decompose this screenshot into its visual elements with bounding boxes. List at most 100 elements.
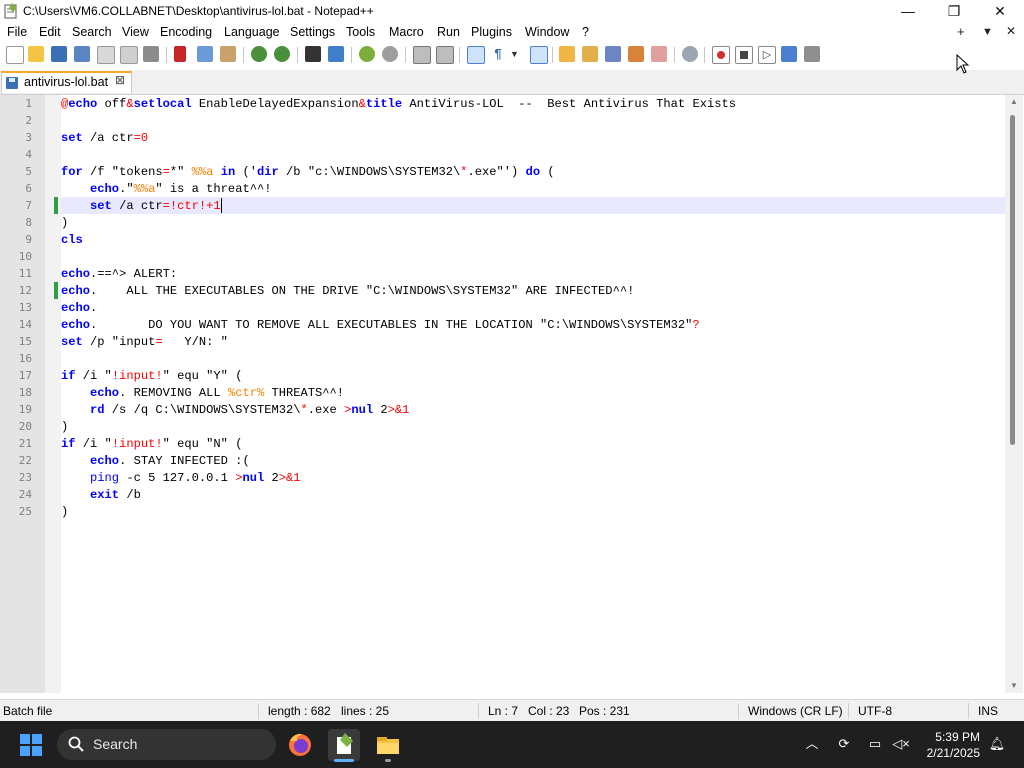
new-file-icon[interactable] <box>6 46 24 64</box>
tab-antivirus-lol[interactable]: antivirus-lol.bat ⊠ <box>1 71 132 93</box>
save-all-icon[interactable] <box>74 46 90 62</box>
line-number: 9 <box>25 233 32 246</box>
lang-define-icon[interactable] <box>559 46 575 62</box>
firefox-icon[interactable] <box>284 729 316 761</box>
menu-macro[interactable]: Macro <box>389 25 424 39</box>
menu-language[interactable]: Language <box>224 25 280 39</box>
code-line[interactable]: set /p "input= Y/N: " <box>61 334 228 351</box>
chevron-down-icon[interactable]: ▼ <box>510 46 520 62</box>
sync-icon[interactable]: ⟳ <box>835 735 853 753</box>
code-line[interactable]: echo.==^> ALERT: <box>61 266 177 283</box>
zoom-out-icon[interactable] <box>382 46 398 62</box>
close-all-icon[interactable] <box>120 46 138 64</box>
code-line[interactable]: echo. REMOVING ALL %ctr% THREATS^^! <box>61 385 344 402</box>
folder-workspace-icon[interactable] <box>628 46 644 62</box>
code-line[interactable]: cls <box>61 232 83 249</box>
eye-icon[interactable] <box>682 46 698 62</box>
code-line[interactable]: echo. <box>61 300 97 317</box>
cut-icon[interactable] <box>174 46 186 62</box>
code-line[interactable]: for /f "tokens=*" %%a in ('dir /b "c:\WI… <box>61 164 555 181</box>
replace-icon[interactable] <box>328 46 344 62</box>
tab-close-icon[interactable]: ⊠ <box>115 73 125 87</box>
add-icon[interactable]: + <box>957 24 965 39</box>
save-icon[interactable] <box>51 46 67 62</box>
menu-help[interactable]: ? <box>582 25 589 39</box>
code-line[interactable]: echo. DO YOU WANT TO REMOVE ALL EXECUTAB… <box>61 317 700 334</box>
code-line[interactable]: ) <box>61 419 68 436</box>
menu-edit[interactable]: Edit <box>39 25 61 39</box>
minimize-button[interactable]: — <box>885 0 931 22</box>
menu-tools[interactable]: Tools <box>346 25 375 39</box>
scrollbar-thumb[interactable] <box>1010 115 1015 445</box>
status-language: Batch file <box>3 704 53 718</box>
maximize-button[interactable]: ❐ <box>931 0 977 22</box>
notification-bell-icon[interactable]: 🔔︎ <box>988 735 1006 753</box>
close-doc-icon[interactable]: ✕ <box>1006 24 1016 38</box>
find-icon[interactable] <box>305 46 321 62</box>
scroll-up-icon[interactable]: ▲ <box>1005 95 1023 109</box>
macro-run-multiple-icon[interactable] <box>781 46 797 62</box>
code-line[interactable]: @echo off&setlocal EnableDelayedExpansio… <box>61 96 736 113</box>
taskbar-search[interactable]: Search <box>57 729 276 760</box>
macro-play-icon[interactable]: ▷ <box>758 46 776 64</box>
toolbar-separator <box>297 47 298 63</box>
network-icon[interactable]: ▭ <box>866 735 884 753</box>
editor[interactable]: 1 2 3 4 5 6 7 8 9 10 11 12 13 14 15 16 1… <box>0 95 1024 693</box>
macro-record-icon[interactable] <box>712 46 730 64</box>
code-line[interactable]: echo. ALL THE EXECUTABLES ON THE DRIVE "… <box>61 283 634 300</box>
code-line[interactable]: if /i "!input!" equ "Y" ( <box>61 368 242 385</box>
macro-stop-icon[interactable] <box>735 46 753 64</box>
clock-date[interactable]: 2/21/2025 <box>900 746 980 760</box>
menu-run[interactable]: Run <box>437 25 460 39</box>
tray-overflow-icon[interactable]: ︿ <box>803 735 821 753</box>
zoom-in-icon[interactable] <box>359 46 375 62</box>
menu-settings[interactable]: Settings <box>290 25 335 39</box>
word-wrap-icon[interactable] <box>467 46 485 64</box>
code-line[interactable]: ping -c 5 127.0.0.1 >nul 2>&1 <box>61 470 301 487</box>
indent-guide-icon[interactable] <box>530 46 548 64</box>
vertical-scrollbar[interactable]: ▲ ▼ <box>1005 95 1023 693</box>
status-eol[interactable]: Windows (CR LF) <box>748 704 843 718</box>
windows-start-icon[interactable] <box>20 734 42 756</box>
status-insert-mode[interactable]: INS <box>978 704 998 718</box>
menu-search[interactable]: Search <box>72 25 112 39</box>
undo-icon[interactable] <box>251 46 267 62</box>
clock-time[interactable]: 5:39 PM <box>900 730 980 744</box>
menu-encoding[interactable]: Encoding <box>160 25 212 39</box>
line-number-gutter: 1 2 3 4 5 6 7 8 9 10 11 12 13 14 15 16 1… <box>0 95 45 693</box>
code-line[interactable]: echo."%%a" is a threat^^! <box>61 181 271 198</box>
code-area[interactable]: @echo off&setlocal EnableDelayedExpansio… <box>61 95 1005 693</box>
open-file-icon[interactable] <box>28 46 44 62</box>
show-all-chars-icon[interactable]: ¶ <box>490 46 506 62</box>
code-line[interactable]: echo. STAY INFECTED :( <box>61 453 250 470</box>
paste-icon[interactable] <box>220 46 236 62</box>
file-explorer-icon[interactable] <box>372 729 404 762</box>
code-line[interactable]: rd /s /q C:\WINDOWS\SYSTEM32\*.exe >nul … <box>61 402 409 419</box>
sync-horizontal-icon[interactable] <box>436 46 454 64</box>
close-window-button[interactable]: ✕ <box>977 0 1023 22</box>
menu-window[interactable]: Window <box>525 25 569 39</box>
dropdown-icon[interactable]: ▼ <box>982 26 993 38</box>
scroll-down-icon[interactable]: ▼ <box>1005 679 1023 693</box>
code-line[interactable]: if /i "!input!" equ "N" ( <box>61 436 242 453</box>
code-line[interactable]: ) <box>61 504 68 521</box>
copy-icon[interactable] <box>197 46 213 62</box>
macro-save-icon[interactable] <box>804 46 820 62</box>
redo-icon[interactable] <box>274 46 290 62</box>
status-encoding[interactable]: UTF-8 <box>858 704 892 718</box>
monitoring-icon[interactable] <box>651 46 667 62</box>
menu-file[interactable]: File <box>7 25 27 39</box>
print-icon[interactable] <box>143 46 159 62</box>
code-line[interactable]: set /a ctr=0 <box>61 130 148 147</box>
function-list-icon[interactable] <box>605 46 621 62</box>
close-icon[interactable] <box>97 46 115 64</box>
notepadpp-taskbar-icon[interactable] <box>328 729 360 762</box>
code-line[interactable]: set /a ctr=!ctr!+1 <box>61 198 222 215</box>
code-line[interactable]: exit /b <box>61 487 141 504</box>
sync-vertical-icon[interactable] <box>413 46 431 64</box>
menu-view[interactable]: View <box>122 25 149 39</box>
doc-map-icon[interactable] <box>582 46 598 62</box>
menu-plugins[interactable]: Plugins <box>471 25 512 39</box>
status-bar: Batch file length : 682 lines : 25 Ln : … <box>0 699 1024 722</box>
code-line[interactable]: ) <box>61 215 68 232</box>
